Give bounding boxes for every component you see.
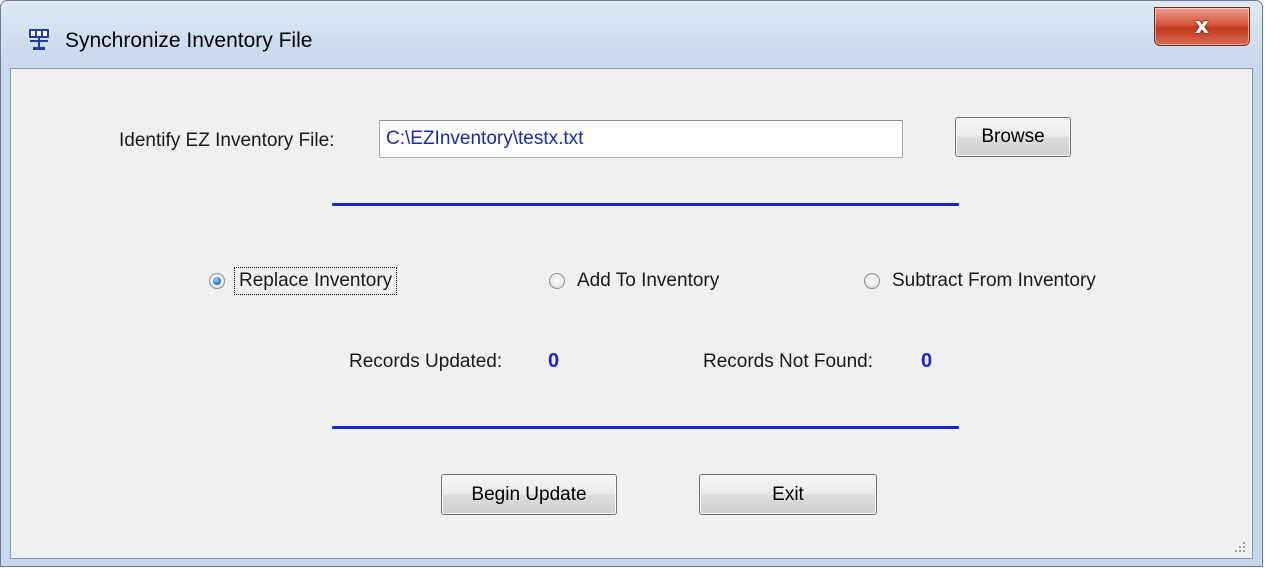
radio-button[interactable] <box>864 273 880 289</box>
radio-button[interactable] <box>549 273 565 289</box>
radio-replace-inventory[interactable]: Replace Inventory <box>209 267 398 295</box>
bottom-divider <box>332 426 959 429</box>
begin-update-button-label: Begin Update <box>471 483 587 505</box>
radio-add-to-inventory[interactable]: Add To Inventory <box>549 270 719 292</box>
window-title: Synchronize Inventory File <box>65 29 313 52</box>
file-label: Identify EZ Inventory File: <box>119 130 335 151</box>
radio-label: Replace Inventory <box>233 267 398 295</box>
close-icon: x <box>1194 13 1210 39</box>
dialog-content: Identify EZ Inventory File: Browse Repla… <box>10 68 1253 559</box>
radio-button[interactable] <box>209 273 225 289</box>
browse-button[interactable]: Browse <box>955 117 1071 157</box>
exit-button-label: Exit <box>772 483 804 505</box>
browse-button-label: Browse <box>981 126 1045 147</box>
records-updated-label: Records Updated: <box>349 351 503 372</box>
exit-button[interactable]: Exit <box>699 474 877 515</box>
records-not-found-label: Records Not Found: <box>703 351 874 372</box>
records-not-found-value: 0 <box>921 350 933 372</box>
begin-update-button[interactable]: Begin Update <box>441 474 617 515</box>
top-divider <box>332 203 959 206</box>
records-updated-value: 0 <box>548 350 560 372</box>
radio-subtract-from-inventory[interactable]: Subtract From Inventory <box>864 270 1096 292</box>
close-button[interactable]: x <box>1154 7 1250 46</box>
resize-grip-icon[interactable] <box>1234 541 1246 553</box>
dialog-window: Synchronize Inventory File x Identify EZ… <box>0 0 1263 567</box>
radio-label: Add To Inventory <box>577 270 720 291</box>
file-path-input[interactable] <box>379 120 903 158</box>
radio-label: Subtract From Inventory <box>892 270 1096 291</box>
computer-network-icon <box>29 29 49 50</box>
title-bar[interactable]: Synchronize Inventory File x <box>1 1 1262 67</box>
